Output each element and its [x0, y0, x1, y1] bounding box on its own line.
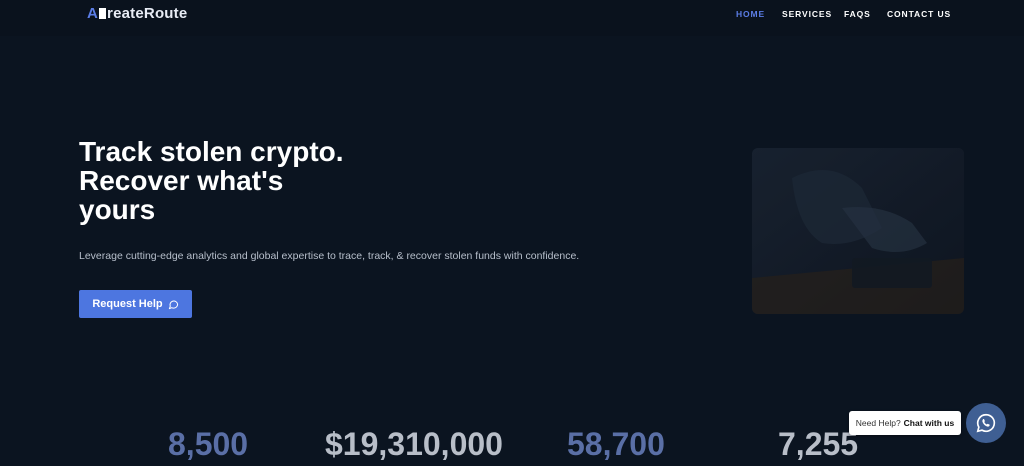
top-navbar: A reate Route HOME SERVICES FAQS CONTACT…	[0, 0, 1024, 36]
stat-value-4: 7,255	[778, 426, 859, 462]
chat-prefix: Need Help?	[855, 418, 901, 428]
nav-home[interactable]: HOME	[736, 9, 782, 19]
hero-title: Track stolen crypto. Recover what's your…	[79, 137, 399, 224]
request-help-label: Request Help	[92, 298, 163, 310]
hero-title-line-1: Track stolen crypto.	[79, 136, 344, 167]
nav-contact-us[interactable]: CONTACT US	[887, 9, 967, 19]
brand-logo[interactable]: A reate Route	[87, 5, 187, 22]
main-nav: HOME SERVICES FAQS CONTACT US	[736, 9, 967, 19]
whatsapp-icon	[976, 413, 996, 433]
chat-widget-bubble[interactable]: Need Help? Chat with us	[849, 411, 961, 435]
logo-mark-icon	[99, 8, 107, 19]
logo-text-reate: reate	[107, 5, 144, 22]
hero-title-line-2: Recover what's	[79, 165, 284, 196]
whatsapp-button[interactable]	[966, 403, 1006, 443]
chat-bubble-icon	[168, 300, 178, 309]
nav-services[interactable]: SERVICES	[782, 9, 844, 19]
stat-value-1: 8,500	[168, 426, 249, 462]
stat-value-2: $19,310,000	[325, 426, 503, 462]
hero-image	[752, 148, 964, 314]
stat-value-3: 58,700	[567, 426, 665, 462]
hacker-photo-illustration	[752, 148, 964, 314]
chat-action: Chat with us	[903, 418, 955, 428]
nav-faqs[interactable]: FAQS	[844, 9, 887, 19]
logo-text-route: Route	[143, 5, 188, 22]
logo-letter-a: A	[87, 5, 99, 22]
hero-subtitle: Leverage cutting-edge analytics and glob…	[79, 250, 580, 262]
request-help-button[interactable]: Request Help	[79, 290, 192, 318]
hero-title-line-3: yours	[79, 194, 156, 225]
